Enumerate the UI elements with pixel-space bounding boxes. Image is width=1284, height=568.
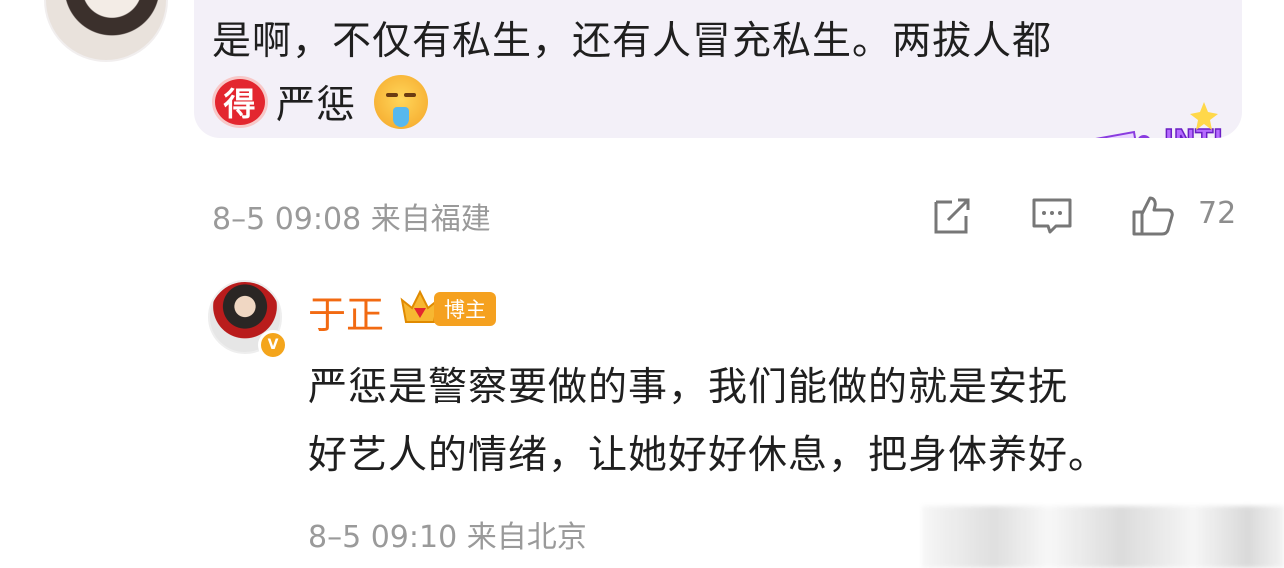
avatar[interactable] bbox=[44, 0, 168, 62]
comment-icon[interactable] bbox=[1030, 194, 1074, 238]
intj-sticker-icon: INTJ bbox=[1095, 102, 1224, 138]
like-count: 72 bbox=[1198, 196, 1237, 231]
drooling-face-emoji-icon bbox=[374, 75, 429, 129]
comment-text-tail: 严惩 bbox=[276, 83, 357, 128]
verified-icon: V bbox=[258, 330, 288, 360]
de-emoji-badge: 得 bbox=[212, 76, 268, 128]
username[interactable]: 于正 bbox=[308, 284, 384, 339]
comment-text-line1: 严惩是警察要做的事，我们能做的就是安抚 bbox=[308, 365, 1069, 410]
comment-text-line2: 好艺人的情绪，让她好好休息，把身体养好。 bbox=[308, 433, 1109, 478]
blogger-badge: 博主 bbox=[434, 292, 496, 326]
share-icon[interactable] bbox=[930, 194, 974, 238]
sticker-label: INTJ bbox=[1164, 125, 1223, 138]
like-icon[interactable] bbox=[1130, 194, 1174, 238]
blurred-actions-area bbox=[922, 506, 1284, 568]
comment-timestamp-location: 8–5 09:10 来自北京 bbox=[308, 520, 587, 555]
comment-text-line2: 得 严惩 bbox=[212, 74, 429, 130]
comment-timestamp-location: 8–5 09:08 来自福建 bbox=[212, 202, 491, 237]
comment-thread: 是啊，不仅有私生，还有人冒充私生。两拔人都 得 严惩 INTJ 8–5 09:0… bbox=[0, 0, 1284, 568]
comment-bubble: 是啊，不仅有私生，还有人冒充私生。两拔人都 得 严惩 INTJ bbox=[194, 0, 1242, 138]
comment-text-line1: 是啊，不仅有私生，还有人冒充私生。两拔人都 bbox=[212, 19, 1053, 64]
